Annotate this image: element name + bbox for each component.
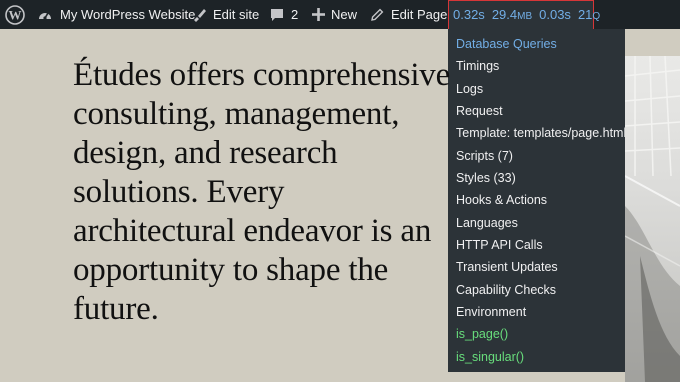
site-name-label: My WordPress Website	[60, 7, 196, 22]
qm-menu-transient-updates[interactable]: Transient Updates	[456, 257, 558, 277]
wordpress-logo-menu[interactable]: W	[5, 0, 25, 29]
query-monitor-dropdown: Database Queries Timings Logs Request Te…	[448, 29, 626, 372]
edit-site-link[interactable]: Edit site	[191, 0, 259, 29]
qm-menu-environment[interactable]: Environment	[456, 302, 526, 322]
comments-link[interactable]: 2	[270, 0, 298, 29]
qm-page-time: 0.32s	[453, 7, 485, 22]
architecture-photo	[625, 56, 680, 382]
pencil-icon	[370, 8, 384, 22]
qm-menu-http-api-calls[interactable]: HTTP API Calls	[456, 235, 543, 255]
qm-menu-scripts[interactable]: Scripts (7)	[456, 146, 513, 166]
qm-menu-languages[interactable]: Languages	[456, 213, 518, 233]
qm-memory: 29.4MB	[491, 7, 533, 22]
edit-page-label: Edit Page	[391, 7, 448, 22]
qm-menu-template[interactable]: Template: templates/page.html	[456, 123, 626, 143]
qm-menu-request[interactable]: Request	[456, 101, 503, 121]
qm-menu-styles[interactable]: Styles (33)	[456, 168, 516, 188]
comment-bubble-icon	[270, 8, 284, 22]
comments-count: 2	[291, 7, 299, 22]
hero-paragraph: Études offers comprehensive consulting, …	[73, 57, 451, 327]
dashboard-gauge-icon	[37, 7, 53, 23]
qm-db-time: 0.03s	[539, 7, 571, 22]
plus-icon	[312, 8, 325, 21]
architecture-photo-art	[625, 56, 680, 382]
query-monitor-stats[interactable]: 0.32s 29.4MB 0.03s 21Q	[453, 0, 607, 29]
qm-menu-hooks-actions[interactable]: Hooks & Actions	[456, 190, 547, 210]
brush-icon	[191, 7, 207, 23]
edit-page-link[interactable]: Edit Page	[370, 0, 447, 29]
page-background-strip	[625, 29, 680, 56]
qm-menu-database-queries[interactable]: Database Queries	[456, 34, 557, 54]
edit-site-label: Edit site	[213, 7, 260, 22]
svg-text:W: W	[9, 7, 22, 22]
qm-menu-timings[interactable]: Timings	[456, 56, 499, 76]
new-content-menu[interactable]: New	[312, 0, 357, 29]
qm-menu-capability-checks[interactable]: Capability Checks	[456, 280, 556, 300]
site-name-menu[interactable]: My WordPress Website	[37, 0, 195, 29]
new-label: New	[331, 7, 358, 22]
qm-menu-is-page[interactable]: is_page()	[456, 324, 508, 344]
qm-menu-is-singular[interactable]: is_singular()	[456, 347, 524, 367]
wordpress-logo-icon: W	[5, 4, 25, 25]
qm-query-count: 21Q	[577, 7, 601, 22]
qm-menu-logs[interactable]: Logs	[456, 79, 483, 99]
